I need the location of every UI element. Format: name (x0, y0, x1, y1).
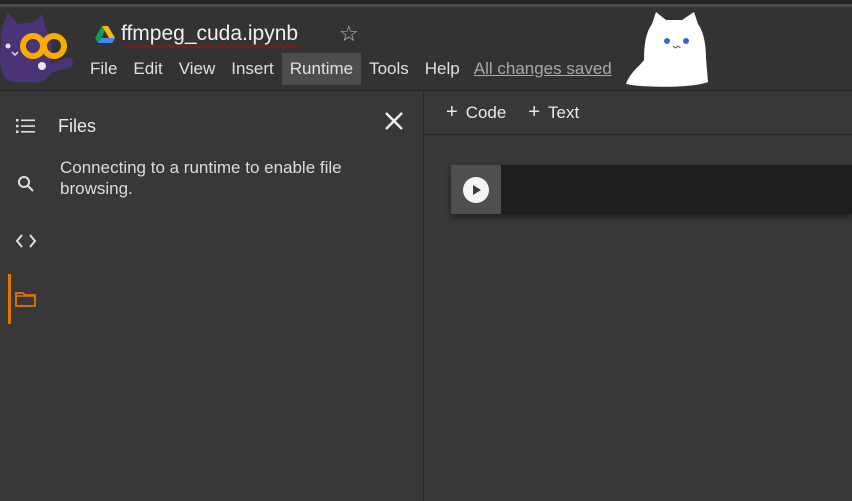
star-icon[interactable]: ☆ (339, 21, 359, 47)
menu-insert[interactable]: Insert (223, 53, 282, 85)
notebook-title[interactable]: ffmpeg_cuda.ipynb (121, 22, 298, 46)
menu-view[interactable]: View (171, 53, 224, 85)
ghost-cat-mascot-icon (626, 12, 708, 87)
plus-icon: + (446, 101, 458, 123)
colab-logo[interactable] (0, 8, 82, 86)
connecting-message: Connecting to a runtime to enable file b… (60, 158, 342, 198)
notebook-toolbar: + Code + Text (424, 91, 852, 135)
menu-tools[interactable]: Tools (361, 53, 417, 85)
files-panel: Files Connecting to a runtime to enable … (52, 91, 423, 501)
save-status-link[interactable]: All changes saved (474, 53, 612, 85)
plus-icon: + (528, 101, 541, 123)
menu-runtime[interactable]: Runtime (281, 53, 362, 85)
code-snippets-icon[interactable] (14, 229, 38, 253)
table-of-contents-icon[interactable] (14, 114, 38, 138)
menu-edit[interactable]: Edit (125, 53, 170, 85)
add-code-button[interactable]: + Code (446, 101, 506, 124)
code-cell[interactable] (451, 165, 852, 214)
close-icon[interactable] (382, 109, 406, 133)
folder-icon[interactable] (14, 287, 38, 311)
cell-gutter (451, 165, 501, 214)
active-indicator (8, 274, 11, 324)
search-icon[interactable] (14, 172, 38, 196)
play-icon (473, 184, 481, 195)
add-text-label: Text (548, 102, 580, 122)
menu-help[interactable]: Help (417, 53, 468, 85)
add-code-label: Code (465, 102, 507, 122)
menu-file[interactable]: File (82, 53, 125, 85)
run-cell-button[interactable] (463, 176, 489, 203)
menu-bar: File Edit View Insert Runtime Tools Help… (82, 53, 612, 85)
add-text-button[interactable]: + Text (528, 101, 579, 124)
panel-divider[interactable] (423, 91, 424, 501)
panel-title: Files (58, 116, 97, 136)
google-drive-icon[interactable] (95, 26, 115, 44)
